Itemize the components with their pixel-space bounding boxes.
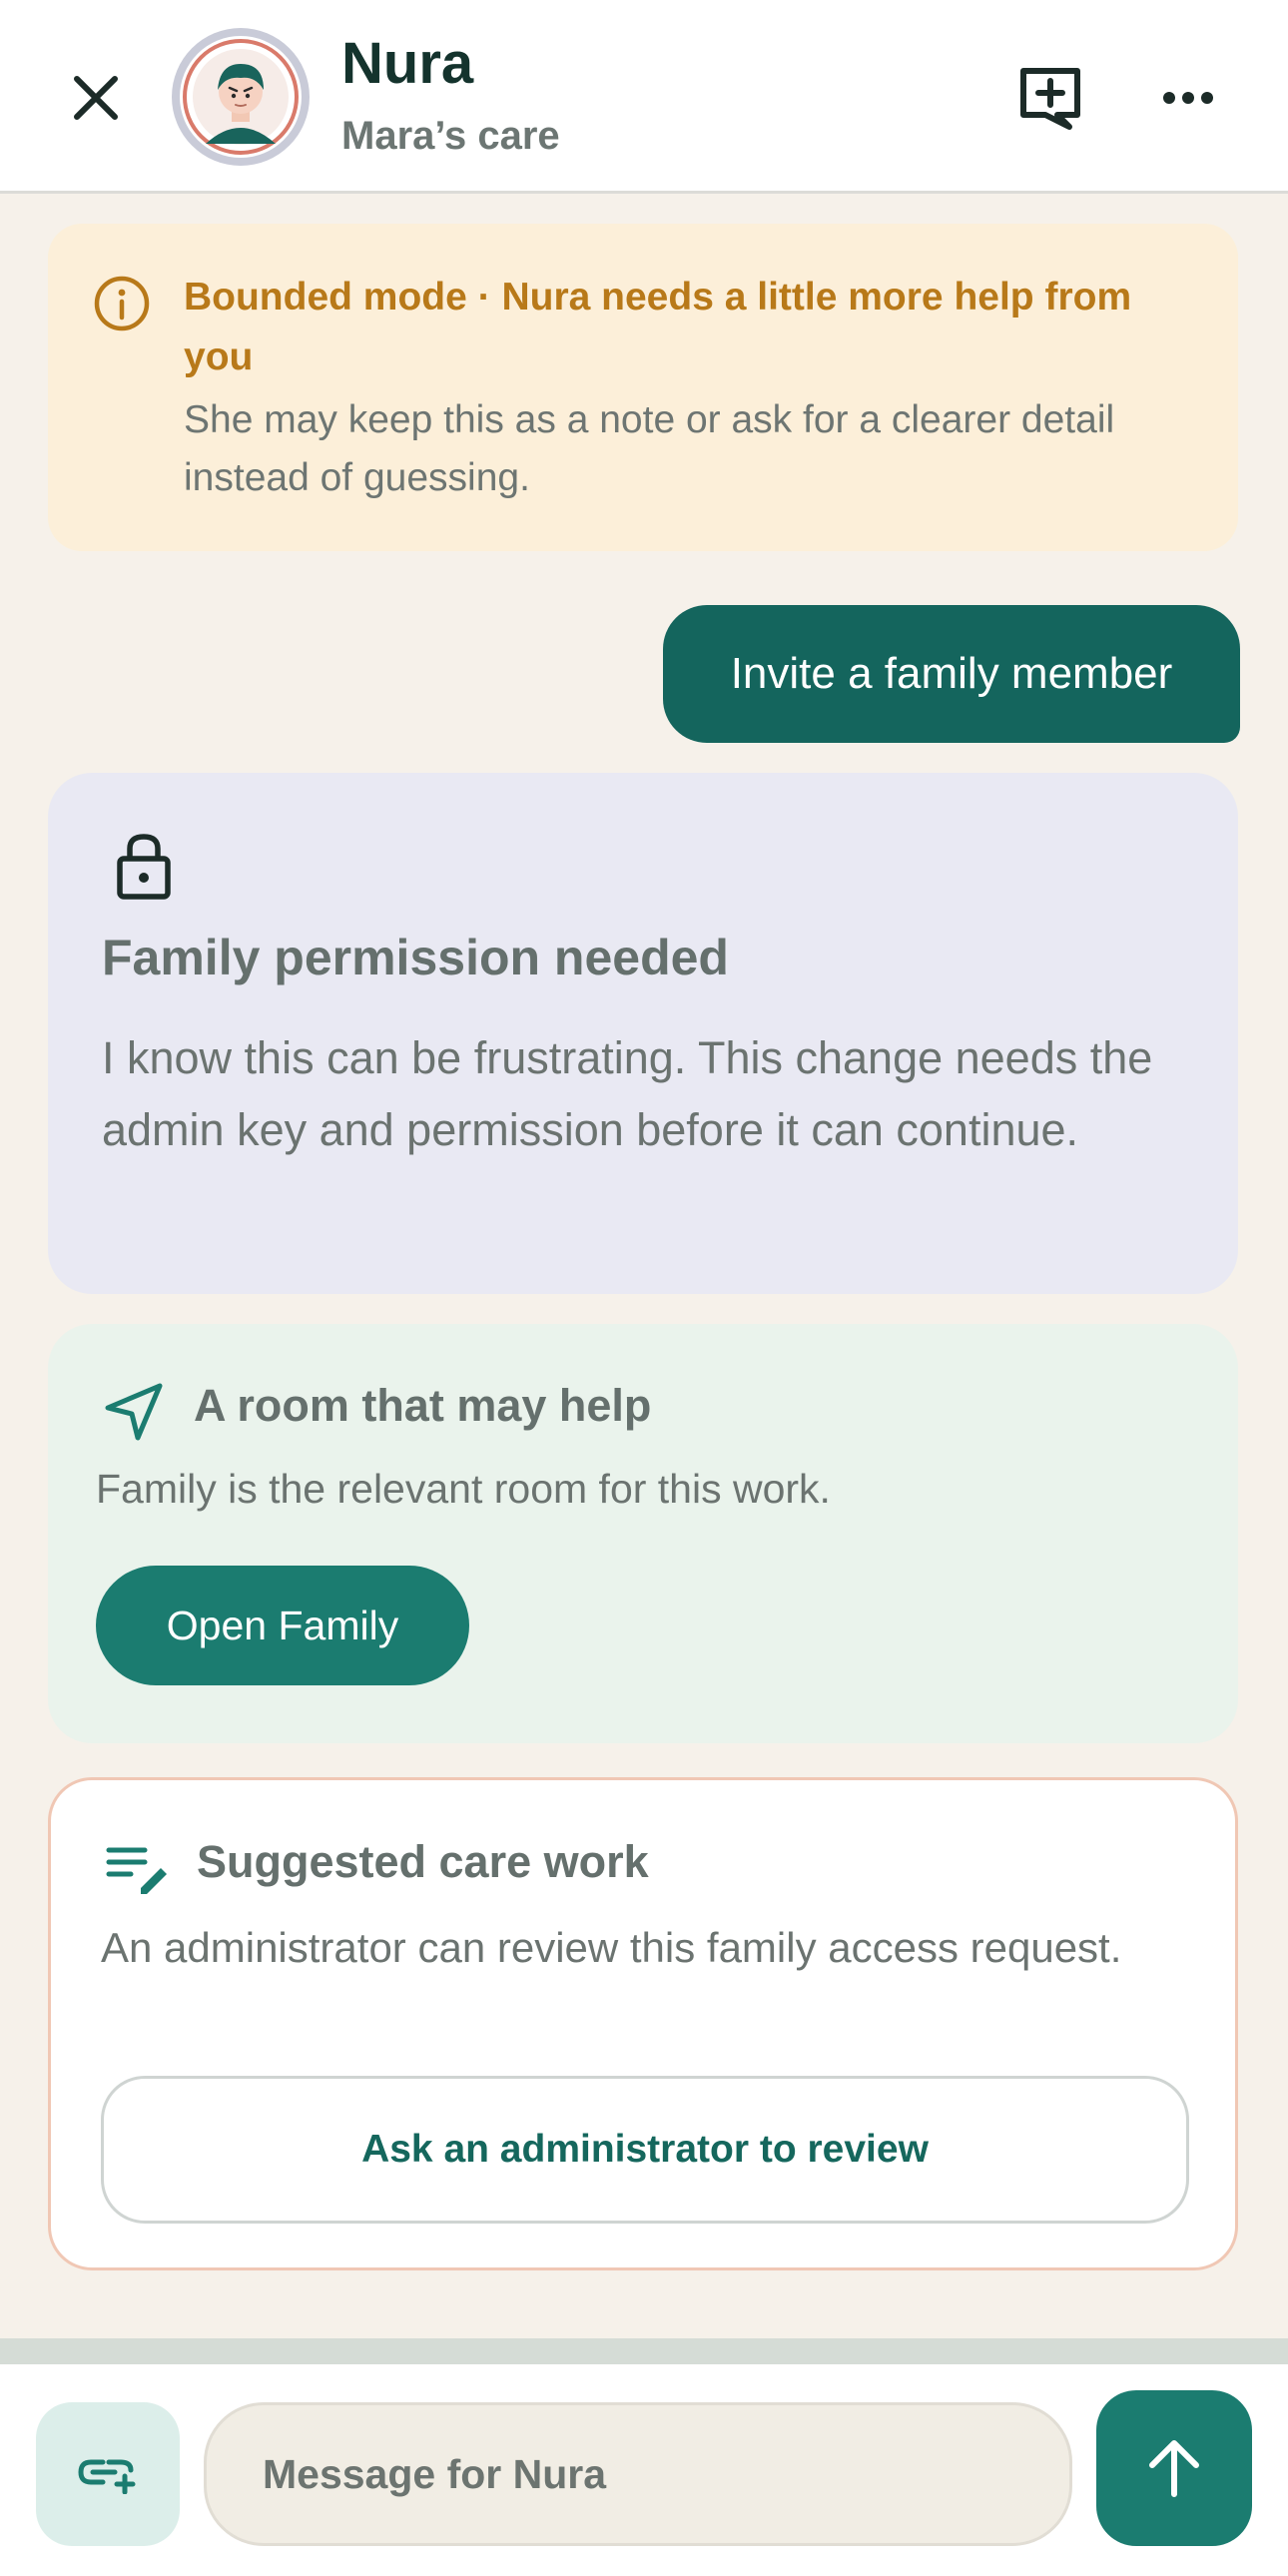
send-button[interactable]: [1096, 2390, 1252, 2546]
avatar-frame: [180, 36, 302, 158]
edit-note-icon: [106, 1847, 167, 1894]
close-icon: [74, 76, 118, 120]
more-options-button[interactable]: [1148, 58, 1228, 138]
permission-title: Family permission needed: [102, 930, 729, 985]
navigation-icon: [105, 1383, 163, 1441]
close-button[interactable]: [60, 62, 132, 134]
new-chat-icon: [1020, 68, 1080, 130]
ask-administrator-button[interactable]: Ask an administrator to review: [101, 2076, 1189, 2224]
room-suggestion-card: A room that may help Family is the relev…: [48, 1324, 1238, 1743]
suggested-care-work-card: Suggested care work An administrator can…: [48, 1777, 1238, 2270]
room-card-description: Family is the relevant room for this wor…: [96, 1466, 831, 1512]
info-icon: [94, 276, 150, 331]
message-input[interactable]: [204, 2402, 1072, 2546]
send-arrow-icon: [1149, 2440, 1199, 2497]
suggested-work-description: An administrator can review this family …: [101, 1924, 1122, 1971]
lock-icon: [117, 834, 171, 900]
bounded-mode-banner: Bounded mode · Nura needs a little more …: [48, 224, 1238, 551]
suggested-work-title: Suggested care work: [197, 1836, 649, 1887]
user-message-bubble: Invite a family member: [663, 605, 1240, 743]
bounded-mode-title: Bounded mode · Nura needs a little more …: [184, 276, 1132, 378]
permission-description: I know this can be frustrating. This cha…: [102, 1032, 1153, 1155]
nura-avatar-icon: [183, 39, 299, 155]
room-card-title: A room that may help: [194, 1380, 652, 1431]
assistant-name: Nura: [341, 31, 474, 96]
attach-link-button[interactable]: [36, 2402, 180, 2546]
care-context-subtitle: Mara’s care: [341, 114, 560, 158]
message-composer: [0, 2364, 1288, 2576]
chat-header: Nura Mara’s care: [0, 0, 1288, 194]
new-chat-button[interactable]: [1010, 58, 1090, 138]
attach-link-icon: [78, 2459, 136, 2494]
composer-divider: [0, 2338, 1288, 2364]
bounded-mode-description: She may keep this as a note or ask for a…: [184, 398, 1115, 499]
permission-needed-card: Family permission needed I know this can…: [48, 773, 1238, 1294]
avatar[interactable]: [172, 28, 310, 166]
open-family-button[interactable]: Open Family: [96, 1566, 469, 1685]
more-icon: [1163, 92, 1213, 104]
